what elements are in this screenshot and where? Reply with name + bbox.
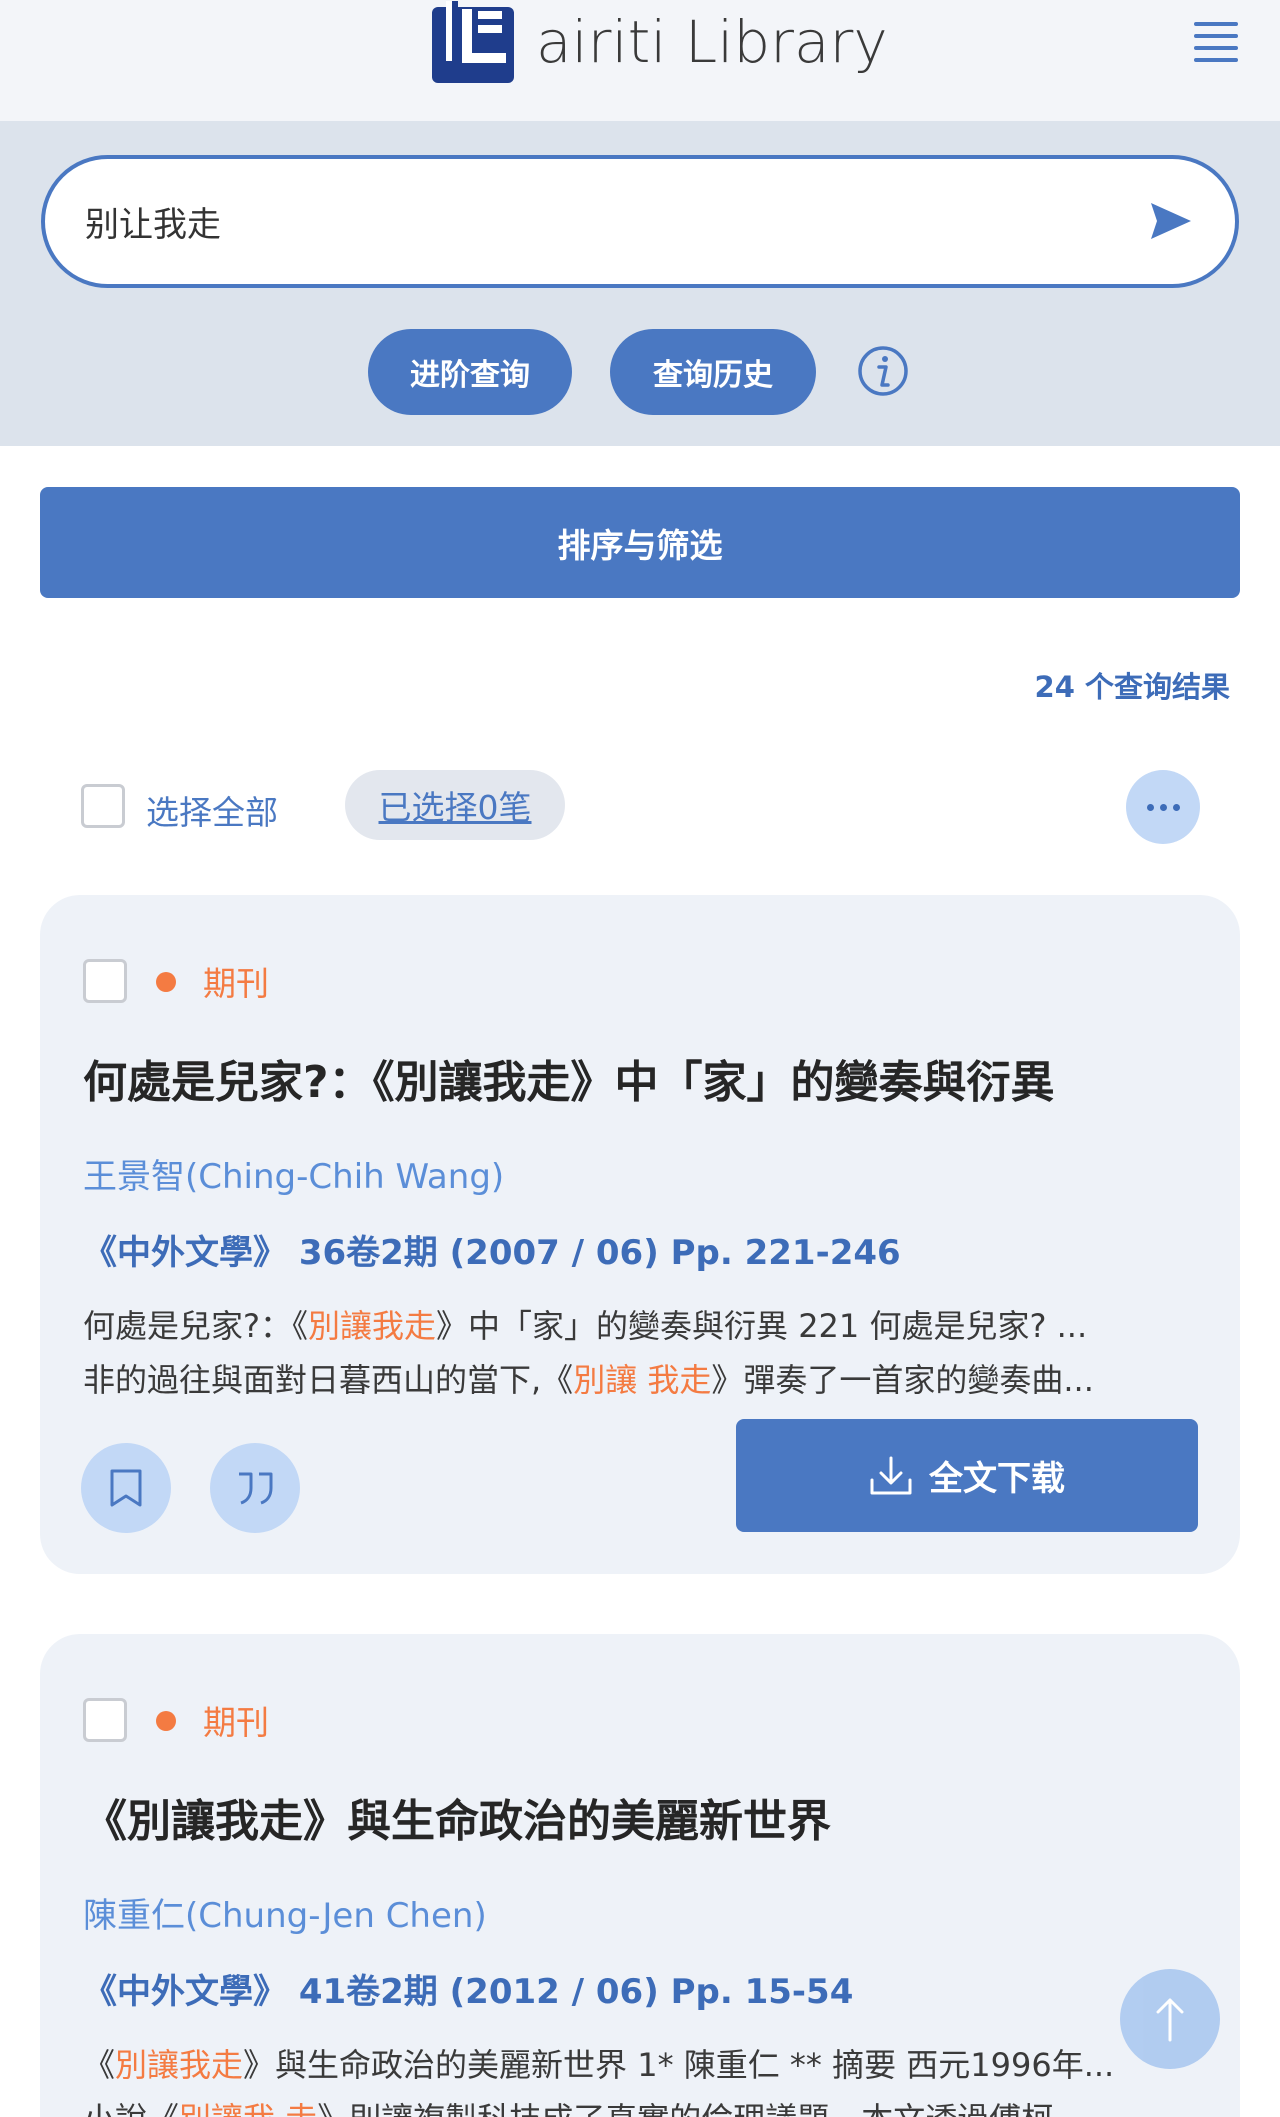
result-author[interactable]: 王景智(Ching-Chih Wang) — [83, 1149, 504, 1198]
bookmark-icon — [110, 1469, 142, 1507]
snippet-text: 非的過往與面對日暮西山的當下,《 — [83, 1361, 574, 1399]
scroll-to-top-button[interactable] — [1120, 1969, 1220, 2069]
result-type: 期刊 — [203, 964, 269, 1003]
result-snippet: 《別讓我走》與生命政治的美麗新世界 1* 陳重仁 ** 摘要 西元1996年..… — [83, 2038, 1183, 2117]
result-checkbox[interactable] — [83, 1698, 127, 1742]
snippet-highlight: 別讓我走 — [115, 2046, 244, 2084]
snippet-line: 《別讓我走》與生命政治的美麗新世界 1* 陳重仁 ** 摘要 西元1996年..… — [83, 2038, 1183, 2092]
snippet-line: 何處是兒家?：《別讓我走》中「家」的變奏與衍異 221 何處是兒家? ... — [83, 1299, 1183, 1353]
search-history-button[interactable]: 查询历史 — [610, 329, 816, 415]
result-count: 24 个查询结果 — [1034, 670, 1230, 704]
more-options-button[interactable] — [1126, 770, 1200, 844]
download-fulltext-button[interactable]: 全文下载 — [736, 1419, 1198, 1532]
type-dot-icon — [156, 1711, 176, 1731]
result-title[interactable]: 何處是兒家?：《別讓我走》中「家」的變奏與衍異 — [83, 1057, 1203, 1110]
advanced-search-button[interactable]: 进阶查询 — [368, 329, 572, 415]
download-icon — [870, 1456, 912, 1494]
snippet-text: 》與生命政治的美麗新世界 1* 陳重仁 ** 摘要 西元1996年... — [243, 2046, 1115, 2084]
result-type: 期刊 — [203, 1703, 269, 1742]
snippet-text: 小說《 — [83, 2100, 179, 2117]
select-all-label[interactable]: 选择全部 — [146, 786, 278, 834]
sort-filter-button[interactable]: 排序与筛选 — [40, 487, 1240, 598]
result-checkbox[interactable] — [83, 959, 127, 1003]
selected-count-chip[interactable]: 已选择0笔 — [345, 770, 565, 840]
quote-icon — [239, 1472, 273, 1505]
snippet-text: 何處是兒家?：《 — [83, 1307, 308, 1345]
result-source[interactable]: 《中外文學》 36卷2期 (2007 / 06) Pp. 221-246 — [83, 1225, 901, 1274]
search-area: 进阶查询 查询历史 — [0, 121, 1280, 446]
snippet-text: 》中「家」的變奏與衍異 221 何處是兒家? ... — [436, 1307, 1088, 1345]
snippet-text: 《 — [83, 2046, 116, 2084]
snippet-highlight: 別讓我 走 — [179, 2100, 317, 2117]
search-input[interactable] — [85, 159, 1085, 284]
cite-button[interactable] — [210, 1443, 300, 1533]
snippet-text: 》則讓複製科技成了真實的倫理議題，本文透過傅柯 — [317, 2100, 1053, 2117]
arrow-up-icon — [1156, 1998, 1184, 2042]
logo-book-icon — [432, 1, 514, 83]
type-dot-icon — [156, 972, 176, 992]
ellipsis-icon — [1146, 803, 1154, 811]
airiti-library-logo[interactable]: airiti Library — [432, 0, 888, 84]
result-source[interactable]: 《中外文學》 41卷2期 (2012 / 06) Pp. 15-54 — [83, 1964, 853, 2013]
search-box — [41, 155, 1239, 288]
download-label: 全文下载 — [929, 1459, 1065, 1499]
snippet-line: 非的過往與面對日暮西山的當下,《別讓 我走》彈奏了一首家的變奏曲... — [83, 1353, 1183, 1407]
top-header: airiti Library — [0, 0, 1280, 121]
info-icon[interactable] — [857, 345, 909, 397]
hamburger-menu-icon[interactable] — [1194, 22, 1238, 66]
result-card: 期刊 《別讓我走》與生命政治的美麗新世界 陳重仁(Chung-Jen Chen)… — [40, 1634, 1240, 2117]
snippet-text: 》彈奏了一首家的變奏曲... — [711, 1361, 1094, 1399]
result-title[interactable]: 《別讓我走》與生命政治的美麗新世界 — [83, 1796, 1203, 1849]
snippet-highlight: 別讓我走 — [308, 1307, 437, 1345]
logo-text: airiti Library — [536, 8, 888, 76]
snippet-line: 小說《別讓我 走》則讓複製科技成了真實的倫理議題，本文透過傅柯 — [83, 2092, 1183, 2117]
send-arrow-icon[interactable] — [1149, 201, 1193, 241]
selection-toolbar: 选择全部 已选择0笔 — [0, 770, 1280, 846]
bookmark-button[interactable] — [81, 1443, 171, 1533]
result-card: 期刊 何處是兒家?：《別讓我走》中「家」的變奏與衍異 王景智(Ching-Chi… — [40, 895, 1240, 1574]
select-all-checkbox[interactable] — [81, 784, 125, 828]
result-author[interactable]: 陳重仁(Chung-Jen Chen) — [83, 1888, 487, 1937]
snippet-highlight: 別讓 我走 — [573, 1361, 712, 1399]
result-snippet: 何處是兒家?：《別讓我走》中「家」的變奏與衍異 221 何處是兒家? ... 非… — [83, 1299, 1183, 1407]
